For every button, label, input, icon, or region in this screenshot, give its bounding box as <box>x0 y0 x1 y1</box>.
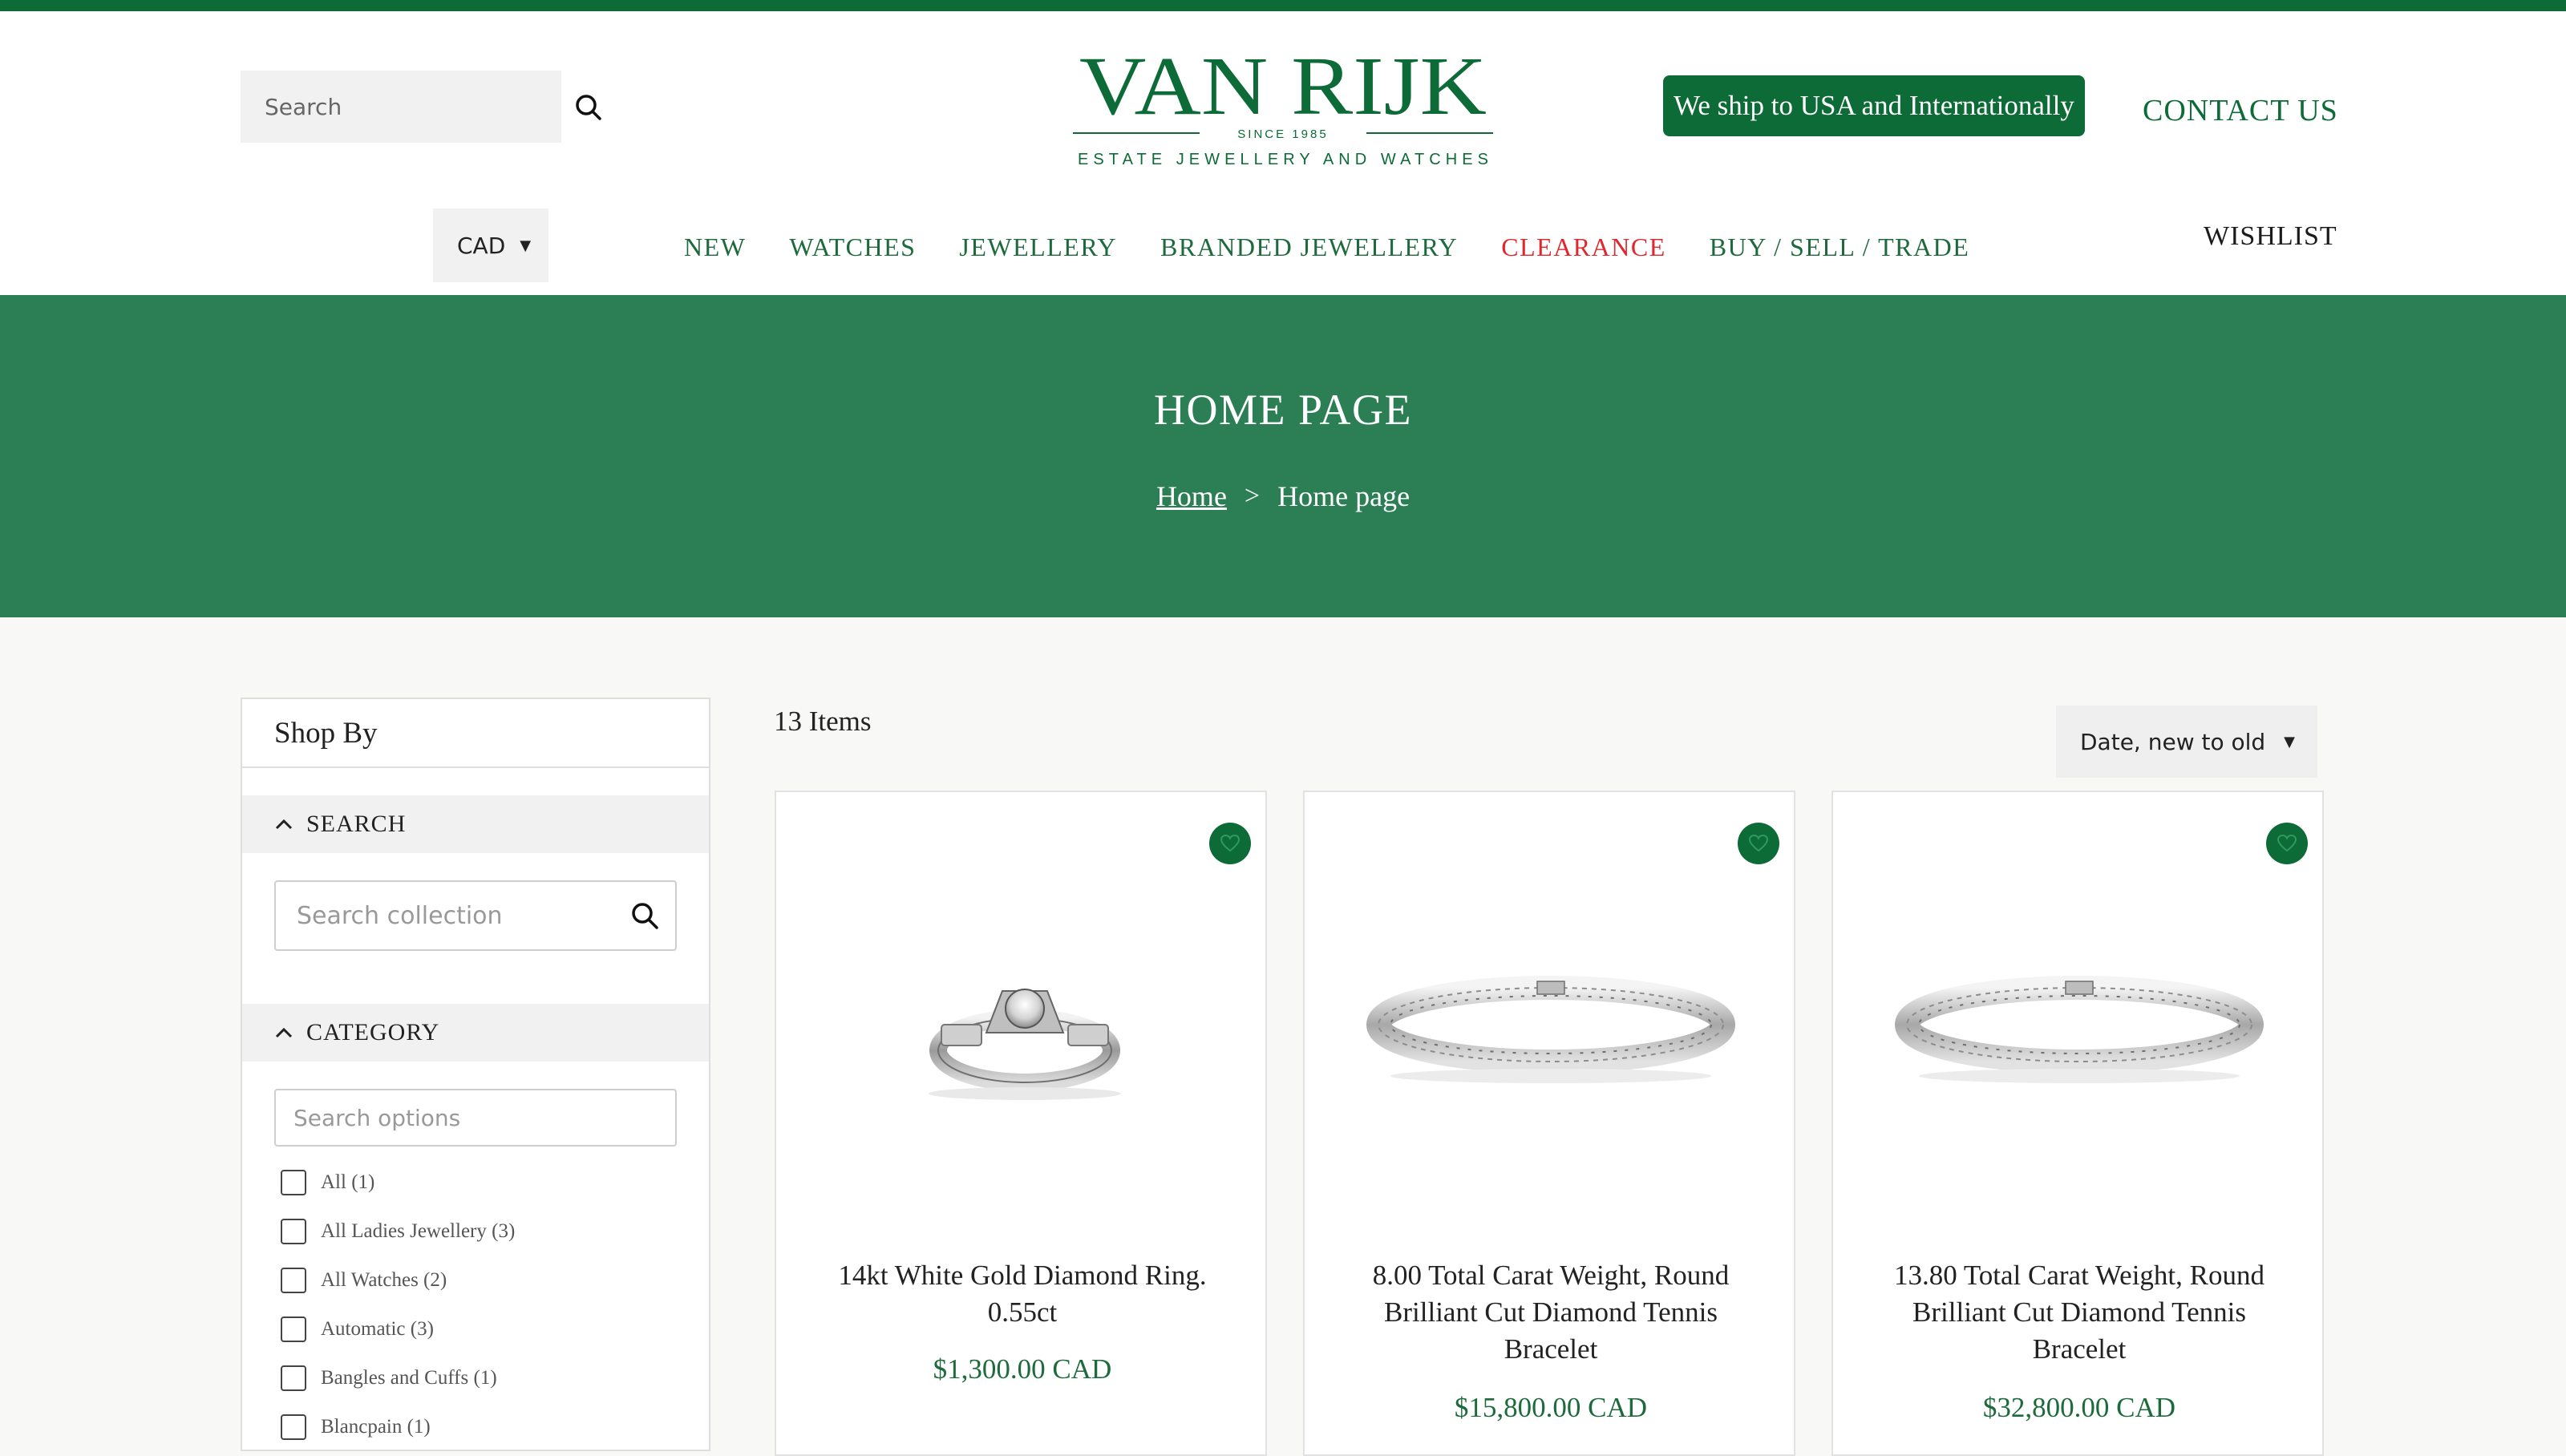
product-name[interactable]: 8.00 Total Carat Weight, Round Brilliant… <box>1337 1257 1765 1368</box>
sort-value: Date, new to old <box>2080 728 2266 755</box>
product-image[interactable] <box>1833 904 2325 1137</box>
category-option-search-input[interactable] <box>276 1090 675 1145</box>
shipping-badge[interactable]: We ship to USA and Internationally <box>1663 75 2085 136</box>
main-nav: NEW WATCHES JEWELLERY BRANDED JEWELLERY … <box>684 233 1969 262</box>
category-facet-toggle[interactable]: CATEGORY <box>242 1004 709 1062</box>
category-option[interactable]: Automatic (3) <box>281 1304 709 1353</box>
collection-search-input[interactable] <box>276 882 675 949</box>
heart-icon <box>1748 834 1769 852</box>
category-option[interactable]: All Ladies Jewellery (3) <box>281 1207 709 1256</box>
category-option-search[interactable] <box>274 1089 677 1147</box>
category-option[interactable]: Blancpain (1) <box>281 1402 709 1450</box>
caret-down-icon: ▼ <box>520 237 532 254</box>
currency-selector[interactable]: CAD ▼ <box>433 208 548 282</box>
checkbox[interactable] <box>281 1267 306 1293</box>
nav-item-jewellery[interactable]: JEWELLERY <box>959 233 1117 262</box>
checkbox[interactable] <box>281 1218 306 1244</box>
breadcrumb-current: Home page <box>1277 480 1410 512</box>
product-price: $1,300.00 CAD <box>933 1353 1112 1385</box>
chevron-up-icon <box>275 819 293 830</box>
nav-item-clearance[interactable]: CLEARANCE <box>1501 233 1666 262</box>
heart-icon <box>2277 834 2297 852</box>
nav-item-new[interactable]: NEW <box>684 233 746 262</box>
sidebar-title: Shop By <box>242 699 709 768</box>
nav-item-buy-sell-trade[interactable]: BUY / SELL / TRADE <box>1710 233 1969 262</box>
filter-sidebar: Shop By SEARCH CATEGORY All (1) All Ladi… <box>241 698 710 1451</box>
product-price: $15,800.00 CAD <box>1454 1392 1648 1423</box>
breadcrumb-separator: > <box>1244 481 1261 511</box>
site-search-input[interactable] <box>241 71 561 143</box>
breadcrumb-home-link[interactable]: Home <box>1156 479 1227 513</box>
product-name[interactable]: 14kt White Gold Diamond Ring. 0.55ct <box>808 1257 1236 1331</box>
van-rijk-logo[interactable]: VAN RIJK SINCE 1985 ESTATE JEWELLERY AND… <box>1066 43 1500 181</box>
checkbox[interactable] <box>281 1365 306 1391</box>
wishlist-button[interactable] <box>1738 823 1779 864</box>
chevron-up-icon <box>275 1027 293 1038</box>
product-card[interactable]: 14kt White Gold Diamond Ring. 0.55ct $1,… <box>775 791 1267 1456</box>
option-label: All (1) <box>321 1171 375 1193</box>
category-option[interactable]: All (1) <box>281 1158 709 1207</box>
checkbox[interactable] <box>281 1414 306 1440</box>
product-card[interactable]: 8.00 Total Carat Weight, Round Brilliant… <box>1303 791 1795 1456</box>
option-label: Bangles and Cuffs (1) <box>321 1366 497 1389</box>
site-header: VAN RIJK SINCE 1985 ESTATE JEWELLERY AND… <box>0 11 2566 295</box>
item-count: 13 Items <box>774 706 872 737</box>
logo-tagline: ESTATE JEWELLERY AND WATCHES <box>1078 151 1488 168</box>
logo-name: VAN RIJK <box>1079 43 1487 132</box>
wishlist-button[interactable] <box>2266 823 2308 864</box>
top-accent-strip <box>0 0 2566 11</box>
breadcrumb: Home > Home page <box>0 479 2566 513</box>
currency-value: CAD <box>457 232 506 259</box>
checkbox[interactable] <box>281 1169 306 1195</box>
collection-search-box[interactable] <box>274 880 677 951</box>
page-banner: HOME PAGE Home > Home page <box>0 295 2566 617</box>
search-icon[interactable] <box>627 898 664 935</box>
search-facet-label: SEARCH <box>306 811 407 837</box>
category-options: All (1) All Ladies Jewellery (3) All Wat… <box>242 1158 709 1450</box>
checkbox[interactable] <box>281 1316 306 1342</box>
category-option[interactable]: All Watches (2) <box>281 1256 709 1304</box>
product-price: $32,800.00 CAD <box>1982 1392 2176 1423</box>
search-facet-toggle[interactable]: SEARCH <box>242 795 709 853</box>
nav-item-watches[interactable]: WATCHES <box>789 233 916 262</box>
product-card[interactable]: 13.80 Total Carat Weight, Round Brillian… <box>1831 791 2324 1456</box>
option-label: Blancpain (1) <box>321 1415 431 1438</box>
logo-since: SINCE 1985 <box>1237 127 1328 141</box>
heart-icon <box>1220 834 1241 852</box>
product-name[interactable]: 13.80 Total Carat Weight, Round Brillian… <box>1865 1257 2293 1368</box>
category-facet-label: CATEGORY <box>306 1019 440 1045</box>
option-label: All Watches (2) <box>321 1268 447 1291</box>
wishlist-button[interactable] <box>1209 823 1251 864</box>
search-icon[interactable] <box>569 88 609 128</box>
page-title: HOME PAGE <box>1153 386 1413 434</box>
category-option[interactable]: Bangles and Cuffs (1) <box>281 1353 709 1402</box>
option-label: Automatic (3) <box>321 1317 434 1340</box>
product-image[interactable] <box>1305 904 1797 1137</box>
product-image[interactable] <box>776 904 1269 1137</box>
site-search-box[interactable] <box>241 71 561 143</box>
caret-down-icon: ▼ <box>2284 733 2295 750</box>
wishlist-link[interactable]: WISHLIST <box>2204 221 2337 252</box>
contact-us-link[interactable]: CONTACT US <box>2143 93 2338 128</box>
nav-item-branded-jewellery[interactable]: BRANDED JEWELLERY <box>1160 233 1458 262</box>
option-label: All Ladies Jewellery (3) <box>321 1219 516 1242</box>
sort-select[interactable]: Date, new to old ▼ <box>2056 706 2317 778</box>
